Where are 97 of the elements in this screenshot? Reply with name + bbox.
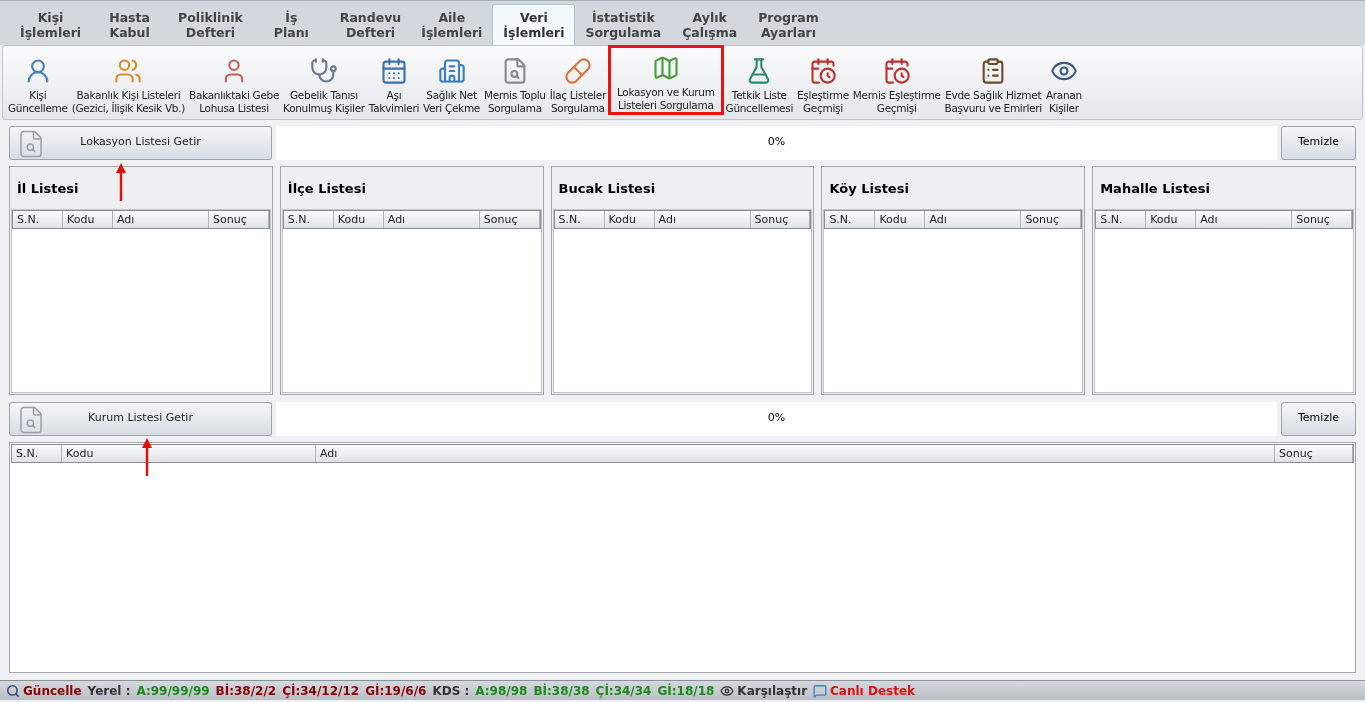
tab[interactable]: Veri İşlemleri <box>492 4 576 45</box>
column-header[interactable]: Kodu <box>1146 210 1197 228</box>
column-header[interactable]: Kodu <box>875 210 926 228</box>
toolbar-label: Eşleştirme Geçmişi <box>797 89 849 115</box>
toolbar-label: İlaç Listeler Sorgulama <box>549 89 606 115</box>
annotation-arrow <box>142 438 152 476</box>
toolbar-label: Tetkik Liste Güncellemesi <box>725 89 793 115</box>
column-header[interactable]: Adı <box>316 445 1275 462</box>
panel-title: İl Listesi <box>17 180 79 198</box>
toolbar-button[interactable]: Gebelik Tanısı Konulmuş Kişiler <box>281 45 367 115</box>
status-text: Yerel : <box>87 682 131 700</box>
column-header[interactable]: S.N. <box>554 210 605 228</box>
map-icon <box>651 54 680 82</box>
toolbar-label: Mernis Eşleştirme Geçmişi <box>852 89 941 115</box>
tab[interactable]: İstatistik Sorgulama <box>575 4 672 45</box>
status-text: KDS : <box>432 682 470 700</box>
column-header[interactable]: Sonuç <box>1292 210 1352 228</box>
calendar-clock-icon <box>808 57 837 85</box>
column-header[interactable]: Kodu <box>63 210 113 228</box>
toolbar-label: Gebelik Tanısı Konulmuş Kişiler <box>283 89 365 115</box>
column-header[interactable]: S.N. <box>283 210 334 228</box>
search-icon <box>6 683 20 698</box>
column-header[interactable]: S.N. <box>12 445 62 462</box>
status-text: Gİ:18/18 <box>657 682 715 700</box>
toolbar-button[interactable]: Aranan Kişiler <box>1043 45 1084 115</box>
status-text: Gİ:19/6/6 <box>365 682 427 700</box>
toolbar-button[interactable]: Evde Sağlık Hizmet Başvuru ve Emirleri <box>942 45 1044 115</box>
status-text: A:98/98 <box>475 682 528 700</box>
tab[interactable]: İş Planı <box>252 4 330 45</box>
toolbar-label: Sağlık Net Veri Çekme <box>423 89 480 115</box>
tab[interactable]: Aylık Çalışma <box>671 4 749 45</box>
column-header[interactable]: Adı <box>383 210 480 228</box>
column-header[interactable]: Sonuç <box>1021 210 1082 228</box>
column-header[interactable]: Adı <box>113 210 209 228</box>
status-text: Çİ:34/12/12 <box>282 682 360 700</box>
fetch-button[interactable]: Lokasyon Listesi Getir <box>9 125 272 160</box>
status-text: A:99/99/99 <box>136 682 210 700</box>
column-header[interactable]: Kodu <box>604 210 655 228</box>
progress-text: 0% <box>767 410 786 427</box>
column-header[interactable]: Adı <box>925 210 1022 228</box>
status-text: Bİ:38/2/2 <box>215 682 277 700</box>
panel-title: Bucak Listesi <box>558 180 656 198</box>
tab[interactable]: Hasta Kabul <box>91 4 169 45</box>
tab[interactable]: Aile İşlemleri <box>411 4 493 45</box>
toolbar-button[interactable]: Aşı Takvimleri <box>366 45 422 115</box>
calendar-icon <box>379 57 408 85</box>
toolbar-label: Aranan Kişiler <box>1045 89 1082 115</box>
toolbar-button[interactable]: Mernis Eşleştirme Geçmişi <box>850 45 943 115</box>
toolbar-button[interactable]: Lokasyon ve Kurum Listeleri Sorgulama <box>607 45 724 115</box>
tab[interactable]: Poliklinik Defteri <box>168 4 253 45</box>
toolbar-label: Lokasyon ve Kurum Listeleri Sorgulama <box>616 86 715 112</box>
toolbar-label: Evde Sağlık Hizmet Başvuru ve Emirleri <box>944 89 1042 115</box>
toolbar-label: Aşı Takvimleri <box>368 89 420 115</box>
toolbar-button[interactable]: Kişi Güncelleme <box>6 45 70 115</box>
status-text[interactable]: Karşılaştır <box>737 681 808 700</box>
panel-title: Köy Listesi <box>829 180 909 198</box>
toolbar-button[interactable]: İlaç Listeler Sorgulama <box>547 45 608 115</box>
toolbar-button[interactable]: Bakanlık Kişi Listeleri (Gezici, İlişik Kesik Vb.) <box>69 45 187 115</box>
clear-button[interactable]: Temizle <box>1281 401 1356 436</box>
calendar-clock-icon <box>882 57 911 85</box>
toolbar-button[interactable]: Mernis Toplu Sorgulama <box>482 45 548 115</box>
chat-icon <box>813 683 828 698</box>
status-text: Bİ:38/38 <box>533 682 590 700</box>
tab[interactable]: Kişi İşlemleri <box>10 4 92 45</box>
toolbar-label: Bakanlık Kişi Listeleri (Gezici, İlişik Kesik Vb.) <box>71 89 185 115</box>
pill-icon <box>563 57 592 85</box>
column-header[interactable]: Sonuç <box>1275 445 1353 462</box>
column-header[interactable]: Sonuç <box>479 210 540 228</box>
building-icon <box>437 57 466 85</box>
fetch-button[interactable]: Kurum Listesi Getir <box>9 401 272 436</box>
toolbar-label: Bakanlıktaki Gebe Lohusa Listesi <box>189 89 280 115</box>
tab[interactable]: Randevu Defteri <box>329 4 412 45</box>
tab[interactable]: Program Ayarları <box>748 4 829 45</box>
status-text[interactable]: Güncelle <box>23 681 82 700</box>
panel-title: Mahalle Listesi <box>1100 180 1210 198</box>
column-header[interactable]: Adı <box>1196 210 1293 228</box>
eye-icon <box>720 683 735 698</box>
clear-button[interactable]: Temizle <box>1281 125 1356 160</box>
toolbar-button[interactable]: Sağlık Net Veri Çekme <box>421 45 482 115</box>
column-header[interactable]: S.N. <box>13 210 63 228</box>
panel-title: İlçe Listesi <box>287 180 366 198</box>
progress-text: 0% <box>767 134 786 151</box>
column-header[interactable]: Sonuç <box>209 210 269 228</box>
column-header[interactable]: S.N. <box>1096 210 1147 228</box>
stethoscope-icon <box>309 57 338 85</box>
column-header[interactable]: Kodu <box>333 210 384 228</box>
toolbar-button[interactable]: Tetkik Liste Güncellemesi <box>723 45 795 115</box>
annotation-arrow <box>116 163 126 201</box>
column-header[interactable]: Sonuç <box>750 210 811 228</box>
column-header[interactable]: S.N. <box>825 210 876 228</box>
people-icon <box>114 57 143 85</box>
column-header[interactable]: Adı <box>654 210 751 228</box>
toolbar-button[interactable]: Bakanlıktaki Gebe Lohusa Listesi <box>187 45 282 115</box>
status-text: Çİ:34/34 <box>595 682 652 700</box>
toolbar-label: Mernis Toplu Sorgulama <box>484 89 546 115</box>
toolbar-button[interactable]: Eşleştirme Geçmişi <box>795 45 851 115</box>
toolbar-label: Kişi Güncelleme <box>8 89 68 115</box>
